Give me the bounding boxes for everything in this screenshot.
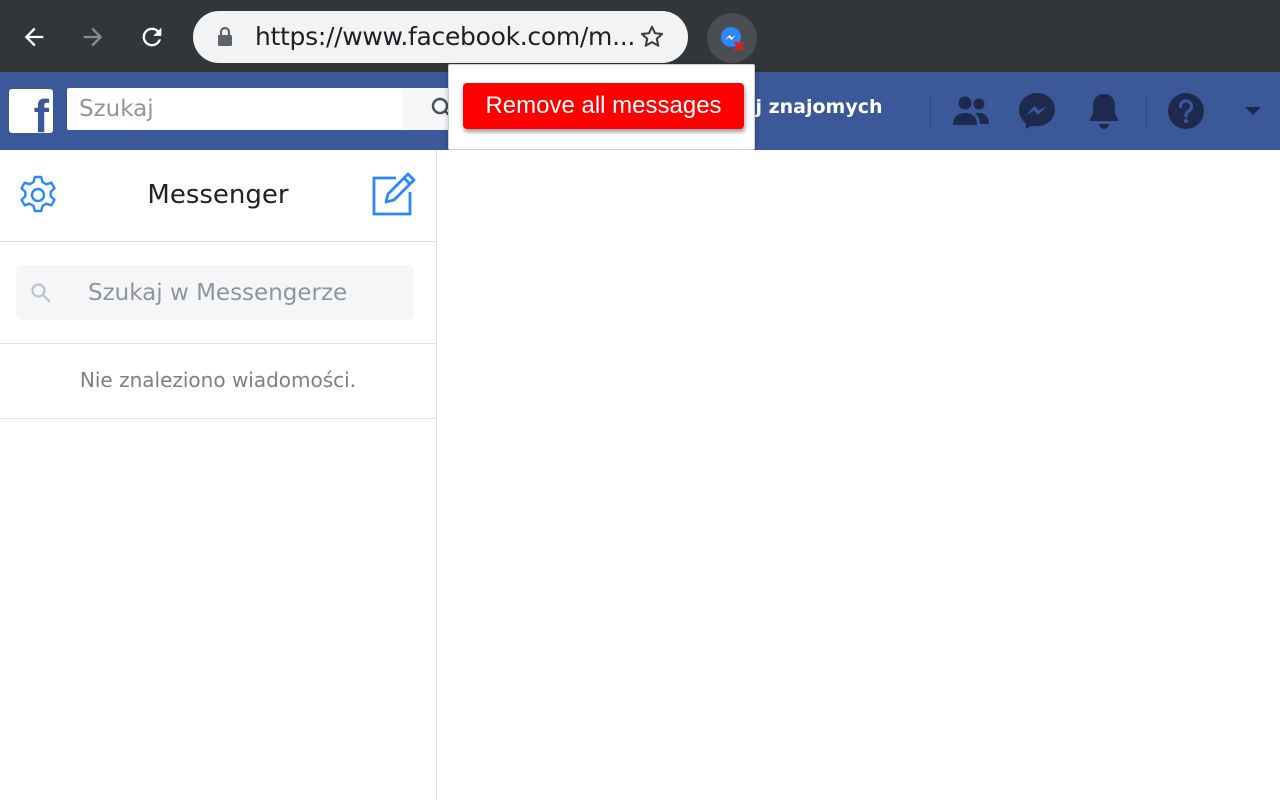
divider [0,343,436,344]
help-icon [1168,93,1204,129]
friend-requests-button[interactable] [949,90,993,132]
extension-button[interactable] [707,13,757,63]
divider [0,418,436,419]
caret-down-icon [1245,107,1261,115]
messenger-button[interactable] [1015,90,1059,132]
address-bar[interactable]: https://www.facebook.com/m... [193,11,688,63]
messenger-remover-extension-icon [721,27,745,52]
forward-button[interactable] [75,19,111,55]
empty-conversations-message: Nie znaleziono wiadomości. [79,368,357,392]
conversation-pane [438,150,1280,800]
friends-icon [953,96,989,125]
back-arrow-icon [24,27,44,47]
help-button[interactable] [1164,90,1208,132]
facebook-search-input[interactable] [67,88,402,130]
messenger-search [16,265,414,320]
facebook-search [67,88,457,130]
reload-icon [142,27,162,47]
remove-all-messages-button[interactable]: Remove all messages [463,83,744,129]
back-button[interactable] [16,19,52,55]
header-divider [1146,94,1147,128]
forward-arrow-icon [83,27,103,47]
header-divider [930,94,931,128]
extension-popup: Remove all messages [448,64,755,150]
messenger-icon [1019,93,1055,129]
account-menu-button[interactable] [1231,90,1275,132]
url-text[interactable]: https://www.facebook.com/m... [255,11,635,63]
notifications-bell-icon [1089,94,1119,129]
facebook-logo[interactable]: f [9,89,53,133]
sidebar-header: Messenger [0,150,436,242]
reload-button[interactable] [134,19,170,55]
notifications-button[interactable] [1082,90,1126,132]
compose-icon[interactable] [370,170,418,218]
browser-toolbar: https://www.facebook.com/m... [0,0,1280,72]
messenger-sidebar: Messenger Nie znaleziono wiadomości. [0,150,437,800]
lock-icon [218,26,232,46]
star-icon[interactable] [638,23,666,51]
facebook-logo-letter: f [33,90,49,133]
messenger-search-input[interactable] [16,265,414,320]
